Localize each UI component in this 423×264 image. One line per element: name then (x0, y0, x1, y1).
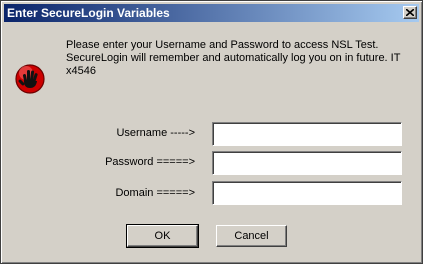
password-label: Password =====> (105, 156, 195, 168)
close-button[interactable] (403, 6, 417, 19)
window-title: Enter SecureLogin Variables (7, 6, 170, 20)
dialog-window: Enter SecureLogin Variables Please enter… (0, 0, 423, 264)
message-line: SecureLogin will remember and automatica… (66, 52, 401, 64)
message-line: Please enter your Username and Password … (66, 39, 379, 51)
password-field[interactable] (212, 151, 402, 175)
instruction-message: Please enter your Username and Password … (66, 39, 406, 78)
title-bar[interactable]: Enter SecureLogin Variables (4, 4, 419, 22)
close-icon (406, 9, 414, 16)
ok-button[interactable]: OK (126, 224, 199, 248)
hand-stop-icon (15, 64, 45, 94)
username-label: Username -----> (116, 127, 195, 139)
domain-field[interactable] (212, 181, 402, 205)
cancel-button[interactable]: Cancel (216, 225, 287, 247)
username-field[interactable] (212, 122, 402, 146)
message-line: x4546 (66, 65, 96, 77)
domain-label: Domain =====> (115, 187, 195, 199)
